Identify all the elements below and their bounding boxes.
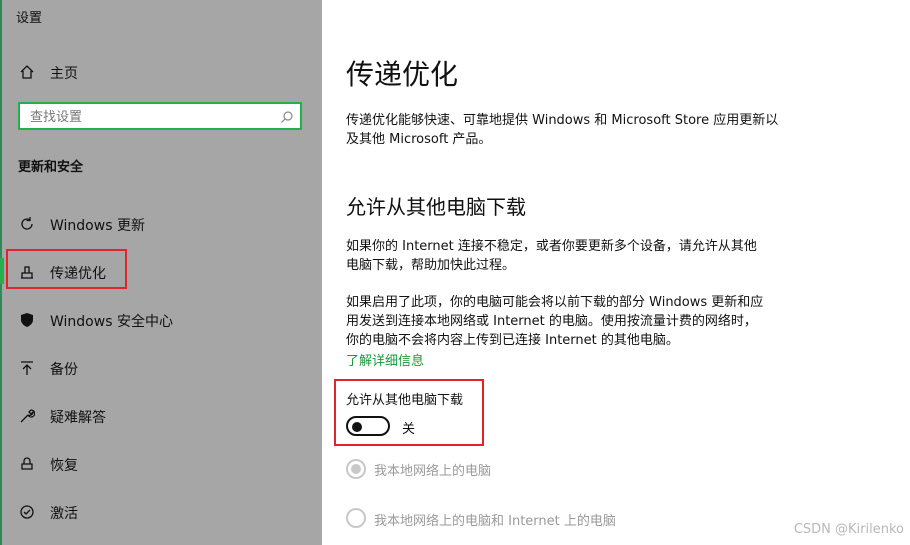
- sidebar-item-label: 传递优化: [50, 266, 106, 282]
- sidebar-item-label: 备份: [50, 362, 78, 378]
- shield-icon: [18, 311, 36, 329]
- watermark: CSDN @Kirilenko: [793, 522, 904, 537]
- wrench-icon: [18, 407, 36, 425]
- sidebar-item-delivery-optimization[interactable]: 传递优化: [0, 252, 322, 292]
- intro-line-1: 传递优化能够快速、可靠地提供 Windows 和 Microsoft Store…: [346, 113, 779, 128]
- radio-selected-dot: [351, 464, 361, 474]
- section-title: 允许从其他电脑下载: [346, 195, 526, 219]
- intro-line-2: 及其他 Microsoft 产品。: [346, 132, 492, 147]
- refresh-icon: [18, 215, 36, 233]
- para2-line-3: 你的电脑不会将内容上传到已连接 Internet 的其他电脑。: [346, 333, 679, 348]
- sidebar: 设置 主页 更新和安全 Windows 更新 传递优化 Windows 安全中心: [0, 0, 322, 545]
- activation-icon: [18, 503, 36, 521]
- para1-line-2: 电脑下载，帮助加快此过程。: [346, 258, 516, 273]
- radio-local-network-label: 我本地网络上的电脑: [374, 464, 492, 479]
- search-icon[interactable]: [280, 109, 294, 123]
- sidebar-item-label: Windows 更新: [50, 218, 145, 234]
- main-content: 传递优化 传递优化能够快速、可靠地提供 Windows 和 Microsoft …: [322, 0, 910, 545]
- radio-local-and-internet-label: 我本地网络上的电脑和 Internet 上的电脑: [374, 514, 616, 529]
- sidebar-item-windows-security[interactable]: Windows 安全中心: [0, 300, 322, 340]
- home-label: 主页: [50, 66, 78, 82]
- para2-line-2: 用发送到连接本地网络或 Internet 的电脑。使用按流量计费的网络时，: [346, 314, 757, 329]
- intro-text: 传递优化能够快速、可靠地提供 Windows 和 Microsoft Store…: [346, 111, 806, 149]
- delivery-optimization-icon: [18, 263, 36, 281]
- description-paragraph-1: 如果你的 Internet 连接不稳定，或者你要更新多个设备，请允许从其他 电脑…: [346, 237, 806, 275]
- allow-downloads-toggle[interactable]: [346, 416, 390, 436]
- sidebar-item-activation[interactable]: 激活: [0, 492, 322, 532]
- page-title: 传递优化: [346, 58, 459, 91]
- recovery-icon: [18, 455, 36, 473]
- sidebar-item-label: 恢复: [50, 458, 78, 474]
- home-nav-item[interactable]: 主页: [0, 52, 322, 92]
- search-input[interactable]: [28, 107, 272, 127]
- sidebar-item-recovery[interactable]: 恢复: [0, 444, 322, 484]
- learn-more-link[interactable]: 了解详细信息: [346, 350, 424, 369]
- app-title: 设置: [16, 11, 43, 26]
- sidebar-item-troubleshoot[interactable]: 疑难解答: [0, 396, 322, 436]
- sidebar-item-windows-update[interactable]: Windows 更新: [0, 204, 322, 244]
- radio-local-and-internet[interactable]: [346, 508, 366, 528]
- sidebar-item-label: 激活: [50, 506, 78, 522]
- sidebar-section-title: 更新和安全: [18, 160, 84, 175]
- para2-line-1: 如果启用了此项，你的电脑可能会将以前下载的部分 Windows 更新和应: [346, 295, 764, 310]
- toggle-state: 关: [402, 422, 416, 437]
- search-box[interactable]: [18, 102, 302, 130]
- toggle-knob: [352, 422, 362, 432]
- home-icon: [18, 63, 36, 81]
- sidebar-item-backup[interactable]: 备份: [0, 348, 322, 388]
- radio-local-network[interactable]: [346, 459, 366, 479]
- description-paragraph-2: 如果启用了此项，你的电脑可能会将以前下载的部分 Windows 更新和应 用发送…: [346, 293, 806, 350]
- sidebar-item-label: Windows 安全中心: [50, 314, 173, 330]
- toggle-label: 允许从其他电脑下载: [346, 393, 464, 408]
- para1-line-1: 如果你的 Internet 连接不稳定，或者你要更新多个设备，请允许从其他: [346, 239, 757, 254]
- upload-arrow-icon: [18, 359, 36, 377]
- sidebar-item-label: 疑难解答: [50, 410, 106, 426]
